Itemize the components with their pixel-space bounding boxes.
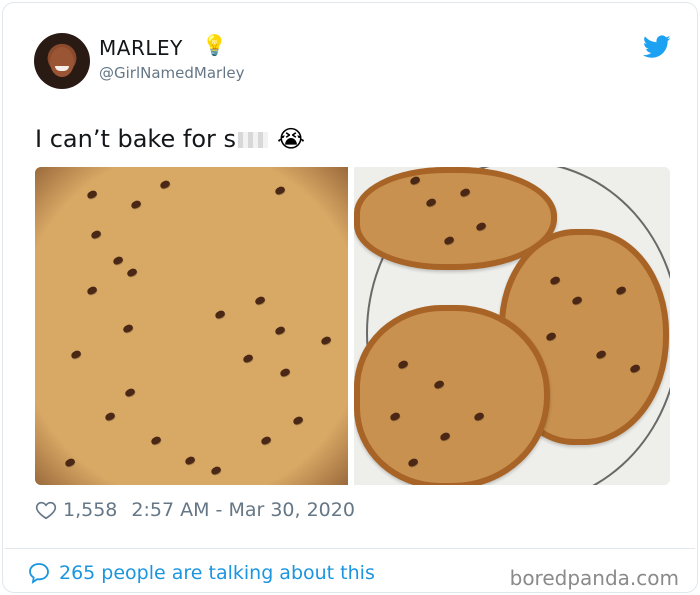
twitter-bird-icon[interactable] xyxy=(643,35,671,59)
cookie-edge-shadow xyxy=(35,167,348,485)
tweet-card: MARLEY 💡 @GirlNamedMarley I can’t bake f… xyxy=(2,2,698,593)
speech-bubble-icon xyxy=(29,563,49,584)
boredpanda-watermark: boredpanda.com xyxy=(509,566,679,590)
avatar-face xyxy=(50,47,74,77)
tweet-meta: 1,558 2:57 AM - Mar 30, 2020 xyxy=(35,497,355,523)
tweet-text: I can’t bake for s xyxy=(35,125,268,153)
cookie-photo-right[interactable] xyxy=(354,167,670,485)
conversation-text: 265 people are talking about this xyxy=(59,562,375,584)
avatar[interactable] xyxy=(34,33,90,89)
conversation-link[interactable]: 265 people are talking about this xyxy=(27,561,375,585)
broken-cookie-bottom xyxy=(354,305,550,485)
censored-word xyxy=(238,132,268,148)
like-count: 1,558 xyxy=(63,499,118,521)
author-name[interactable]: MARLEY xyxy=(99,36,183,60)
tweet-text-content: I can’t bake for s xyxy=(35,125,236,153)
heart-icon[interactable] xyxy=(35,499,57,521)
footer-divider xyxy=(5,548,695,549)
cookie-photo-left[interactable] xyxy=(35,167,348,485)
author-handle[interactable]: @GirlNamedMarley xyxy=(99,64,244,82)
light-bulb-icon: 💡 xyxy=(202,33,227,57)
crying-face-emoji: 😭 xyxy=(277,125,306,153)
timestamp[interactable]: 2:57 AM - Mar 30, 2020 xyxy=(131,499,355,521)
